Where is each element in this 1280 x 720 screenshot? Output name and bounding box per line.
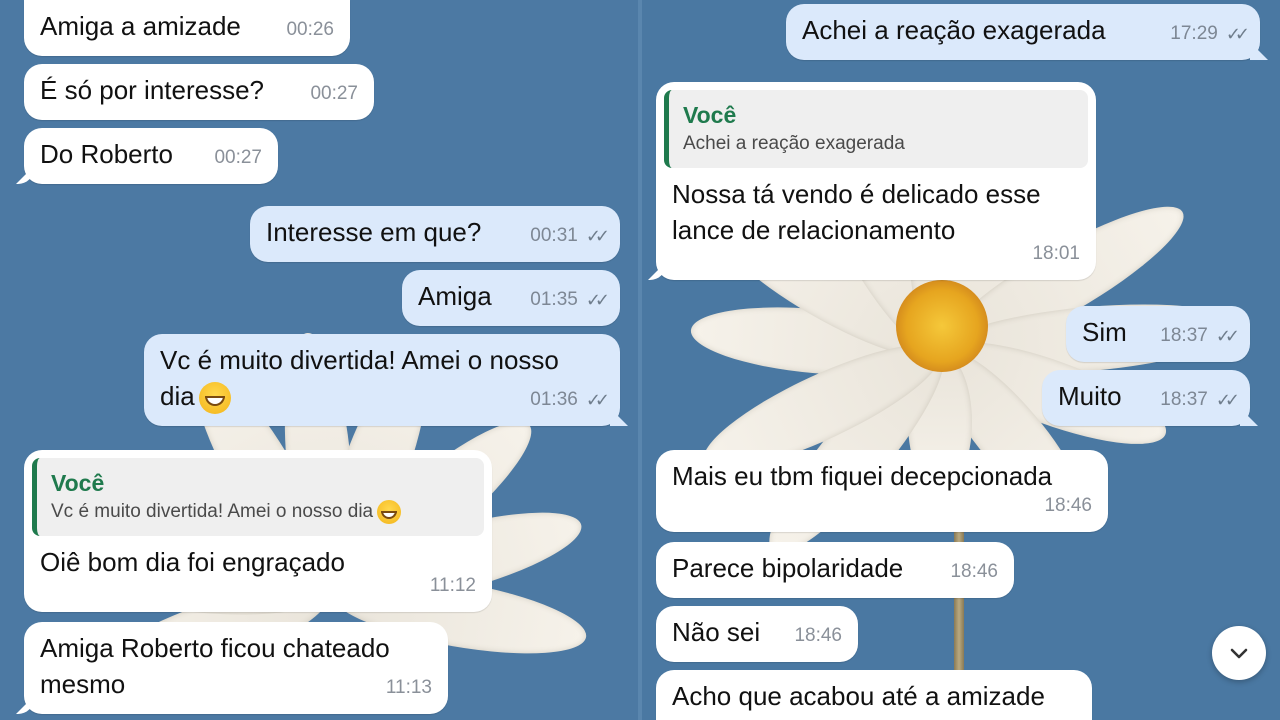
- chat-panel-left: Amiga a amizade 00:26 É só por interesse…: [0, 0, 640, 720]
- message-text: Achei a reação exagerada: [802, 15, 1106, 45]
- panel-divider: [638, 0, 642, 720]
- message-text: Sim: [1082, 317, 1127, 347]
- message-time: 18:01: [1032, 243, 1080, 264]
- message-bubble[interactable]: Acho que acabou até a amizade: [656, 670, 1092, 720]
- chat-panel-right: Achei a reação exagerada 17:29 ✓✓ Você Ac…: [640, 0, 1280, 720]
- quote-text: Vc é muito divertida! Amei o nosso dia: [51, 501, 374, 522]
- message-time: 01:35: [530, 289, 578, 310]
- message-bubble[interactable]: Sim 18:37 ✓✓: [1066, 306, 1250, 362]
- message-bubble[interactable]: Mais eu tbm fiquei decepcionada 18:46: [656, 450, 1108, 532]
- message-text: Não sei: [672, 617, 761, 647]
- message-time: 11:13: [385, 677, 432, 698]
- message-time: 17:29: [1170, 23, 1218, 44]
- message-bubble[interactable]: Você Achei a reação exagerada Nossa tá v…: [648, 82, 1096, 280]
- daisy-center: [896, 280, 988, 372]
- message-text: É só por interesse?: [40, 75, 265, 105]
- message-time: 11:12: [429, 575, 476, 596]
- quote-text: Achei a reação exagerada: [683, 133, 905, 154]
- message-text: Acho que acabou até a amizade: [672, 681, 1045, 711]
- message-text: Oiê bom dia foi engraçado: [40, 547, 345, 577]
- grinning-face-icon: [377, 499, 402, 524]
- double-check-icon: ✓✓: [585, 226, 610, 246]
- quote-author: Você: [683, 102, 737, 128]
- message-bubble[interactable]: Amiga Roberto ficou chateado mesmo 11:13: [16, 622, 448, 714]
- message-time: 18:37: [1160, 389, 1208, 410]
- message-bubble[interactable]: Não sei 18:46: [656, 606, 858, 662]
- message-time: 00:27: [214, 147, 262, 168]
- message-time: 00:27: [310, 83, 358, 104]
- message-time: 18:37: [1160, 325, 1208, 346]
- message-time: 18:46: [950, 561, 998, 582]
- quoted-message[interactable]: Você Vc é muito divertida! Amei o nosso …: [32, 458, 484, 536]
- chevron-down-icon: [1230, 648, 1248, 659]
- message-text-line: mesmo: [40, 669, 126, 699]
- message-bubble[interactable]: Do Roberto 00:27: [16, 128, 278, 184]
- double-check-icon: ✓✓: [585, 390, 610, 410]
- message-bubble[interactable]: Amiga a amizade 00:26: [24, 0, 350, 56]
- message-time: 00:31: [530, 225, 578, 246]
- message-bubble[interactable]: Achei a reação exagerada 17:29 ✓✓: [786, 4, 1268, 60]
- quoted-message[interactable]: Você Achei a reação exagerada: [664, 90, 1088, 168]
- grinning-face-icon: [198, 382, 231, 415]
- message-text: Interesse em que?: [266, 217, 482, 247]
- message-bubble[interactable]: Muito 18:37 ✓✓: [1042, 370, 1258, 426]
- message-time: 01:36: [530, 389, 578, 410]
- scroll-to-bottom-button[interactable]: [1212, 626, 1266, 680]
- message-text: Do Roberto: [40, 139, 173, 169]
- message-bubble[interactable]: Amiga 01:35 ✓✓: [402, 270, 620, 326]
- message-text-line: Vc é muito divertida! Amei o nosso: [160, 345, 559, 375]
- double-check-icon: ✓✓: [1215, 390, 1240, 410]
- message-bubble[interactable]: Você Vc é muito divertida! Amei o nosso …: [24, 450, 492, 612]
- double-check-icon: ✓✓: [585, 290, 610, 310]
- double-check-icon: ✓✓: [1225, 24, 1250, 44]
- message-text: Parece bipolaridade: [672, 553, 904, 583]
- message-text: Amiga a amizade: [40, 11, 241, 41]
- message-bubble[interactable]: Vc é muito divertida! Amei o nosso dia 0…: [144, 334, 628, 426]
- double-check-icon: ✓✓: [1215, 326, 1240, 346]
- message-bubble[interactable]: Interesse em que? 00:31 ✓✓: [250, 206, 620, 262]
- message-bubble[interactable]: Parece bipolaridade 18:46: [656, 542, 1014, 598]
- message-text-line: lance de relacionamento: [672, 215, 956, 245]
- quote-author: Você: [51, 470, 105, 496]
- message-text-line: Nossa tá vendo é delicado esse: [672, 179, 1041, 209]
- message-text-line: dia: [160, 381, 195, 411]
- message-time: 18:46: [794, 625, 842, 646]
- message-bubble[interactable]: É só por interesse? 00:27: [24, 64, 374, 120]
- message-time: 00:26: [286, 19, 334, 40]
- message-text: Amiga: [418, 281, 492, 311]
- message-text: Mais eu tbm fiquei decepcionada: [672, 461, 1053, 491]
- message-text-line: Amiga Roberto ficou chateado: [40, 633, 390, 663]
- message-time: 18:46: [1044, 495, 1092, 516]
- message-text: Muito: [1058, 381, 1122, 411]
